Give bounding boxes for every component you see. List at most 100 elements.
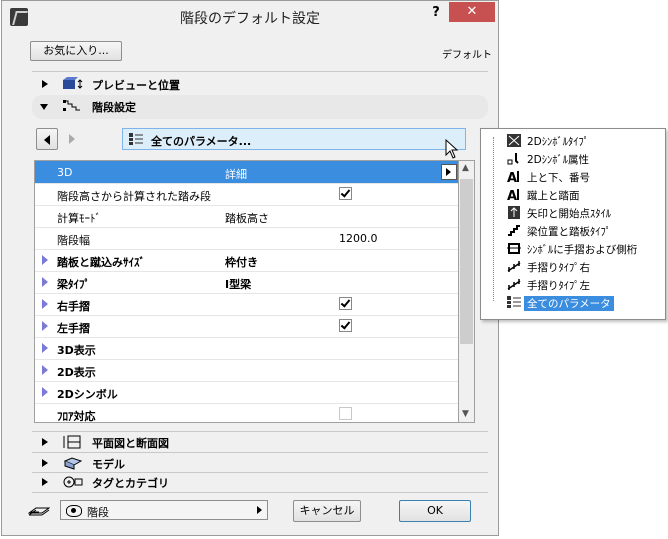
section-model[interactable]: モデル bbox=[2, 454, 498, 472]
popup-item-riser-tread[interactable]: A 蹴上と踏面 bbox=[503, 186, 663, 204]
favorites-button[interactable]: お気に入り... bbox=[30, 41, 122, 61]
section-tags[interactable]: タグとカテゴリ bbox=[2, 473, 498, 491]
popup-item-label: 手摺りﾀｲﾌﾟ左 bbox=[527, 280, 590, 292]
row-value: 枠付き bbox=[225, 256, 258, 269]
eye-icon bbox=[66, 505, 82, 517]
stair-settings-icon bbox=[63, 100, 80, 111]
table-row[interactable]: 2Dシンボル bbox=[35, 381, 458, 404]
popup-item-label: 蹴上と踏面 bbox=[527, 190, 580, 202]
symbol-rail-icon bbox=[507, 243, 521, 254]
popup-item-rail-right[interactable]: 手摺りﾀｲﾌﾟ右 bbox=[503, 258, 663, 276]
dropdown-arrow-icon bbox=[257, 506, 262, 514]
scroll-thumb[interactable] bbox=[460, 179, 473, 344]
popup-item-up-down-number[interactable]: A 上と下、番号 bbox=[503, 168, 663, 186]
table-row[interactable]: 3D表示 bbox=[35, 337, 458, 360]
table-row[interactable]: 踏板と蹴込みｻｲｽﾞ 枠付き bbox=[35, 249, 458, 272]
section-label: タグとカテゴリ bbox=[92, 477, 169, 490]
popup-item-2d-symbol-attr[interactable]: 2Dｼﾝﾎﾞﾙ属性 bbox=[503, 150, 663, 168]
symbol-type-icon bbox=[507, 134, 521, 147]
row-name: 2Dシンボル bbox=[57, 388, 118, 401]
table-row[interactable]: 階段高さから計算された踏み段 bbox=[35, 183, 458, 206]
all-params-icon bbox=[507, 296, 521, 308]
section-label: 階段設定 bbox=[92, 101, 136, 114]
section-plan-section[interactable]: 平面図と断面図 bbox=[2, 433, 498, 451]
row-checkbox[interactable] bbox=[339, 187, 352, 200]
popup-item-label: 矢印と開始点ｽﾀｲﾙ bbox=[527, 208, 611, 220]
tags-categories-icon bbox=[63, 476, 83, 488]
all-params-icon bbox=[129, 133, 143, 145]
ok-button[interactable]: OK bbox=[399, 500, 471, 522]
table-row[interactable]: 2D表示 bbox=[35, 359, 458, 382]
scroll-down-icon[interactable]: ▼ bbox=[462, 409, 469, 419]
row-name: ﾌﾛｱ対応 bbox=[57, 410, 96, 423]
popup-item-rail-left[interactable]: 手摺りﾀｲﾌﾟ左 bbox=[503, 276, 663, 294]
popup-item-2d-symbol-type[interactable]: 2Dｼﾝﾎﾞﾙﾀｲﾌﾟ bbox=[503, 132, 663, 150]
table-row[interactable]: 計算ﾓｰﾄﾞ 踏板高さ bbox=[35, 205, 458, 228]
parameter-group-dropdown[interactable]: 全てのパラメータ... bbox=[122, 128, 466, 150]
expand-arrow-icon bbox=[42, 478, 48, 486]
popup-item-arrow-start[interactable]: 矢印と開始点ｽﾀｲﾙ bbox=[503, 204, 663, 222]
section-label: 平面図と断面図 bbox=[92, 437, 169, 450]
row-value: I型梁 bbox=[225, 278, 252, 291]
forward-arrow-icon bbox=[69, 134, 75, 144]
arrow-start-icon bbox=[508, 206, 520, 219]
back-arrow-icon bbox=[44, 135, 50, 145]
expand-arrow-icon[interactable] bbox=[42, 299, 48, 309]
row-name: 3D表示 bbox=[57, 344, 96, 357]
tree-connector bbox=[493, 137, 501, 301]
table-row[interactable]: 左手摺 bbox=[35, 315, 458, 338]
forward-button[interactable] bbox=[60, 128, 82, 150]
table-row[interactable]: 3D 詳細 bbox=[35, 161, 458, 184]
mouse-cursor-icon bbox=[445, 139, 459, 159]
table-row[interactable]: 梁ﾀｲﾌﾟ I型梁 bbox=[35, 271, 458, 294]
parameter-navigation: 全てのパラメータ... bbox=[34, 127, 490, 153]
row-name: 階段高さから計算された踏み段 bbox=[57, 190, 211, 203]
default-label: デフォルト bbox=[442, 50, 492, 61]
symbol-attr-icon bbox=[507, 153, 519, 165]
popup-item-label: 2Dｼﾝﾎﾞﾙ属性 bbox=[527, 154, 590, 166]
cancel-button[interactable]: キャンセル bbox=[293, 500, 361, 522]
popup-item-label: ｼﾝﾎﾞﾙに手摺および側桁 bbox=[527, 244, 638, 256]
table-row[interactable]: 階段幅 1200.0 bbox=[35, 227, 458, 250]
row-checkbox[interactable] bbox=[339, 319, 352, 332]
layer-dropdown[interactable]: 階段 bbox=[60, 500, 268, 520]
dialog-footer: 階段 キャンセル OK bbox=[2, 496, 498, 536]
table-row[interactable]: ﾌﾛｱ対応 bbox=[35, 403, 458, 423]
row-name: 階段幅 bbox=[57, 234, 90, 247]
row-name: 2D表示 bbox=[57, 366, 96, 379]
section-stair-settings[interactable]: 階段設定 bbox=[2, 97, 498, 115]
expand-arrow-icon[interactable] bbox=[42, 255, 48, 265]
row-checkbox[interactable] bbox=[339, 407, 352, 420]
table-scrollbar[interactable]: ▲ ▼ bbox=[459, 160, 475, 423]
close-button[interactable]: ✕ bbox=[449, 2, 495, 22]
divider bbox=[32, 452, 488, 453]
parameter-group-label: 全てのパラメータ... bbox=[151, 135, 252, 148]
stair-default-settings-dialog: 階段のデフォルト設定 ? ✕ お気に入り... デフォルト プレビューと位置 階… bbox=[1, 0, 499, 536]
preview-position-icon bbox=[63, 77, 83, 89]
popup-item-label: 手摺りﾀｲﾌﾟ右 bbox=[527, 262, 590, 274]
row-name: 梁ﾀｲﾌﾟ bbox=[57, 278, 90, 291]
table-row[interactable]: 右手摺 bbox=[35, 293, 458, 316]
rail-right-icon bbox=[507, 261, 521, 272]
expand-arrow-icon[interactable] bbox=[42, 387, 48, 397]
expand-arrow-icon[interactable] bbox=[42, 277, 48, 287]
riser-tread-icon: A bbox=[507, 189, 519, 201]
popup-item-symbol-rail[interactable]: ｼﾝﾎﾞﾙに手摺および側桁 bbox=[503, 240, 663, 258]
scroll-up-icon[interactable]: ▲ bbox=[462, 163, 469, 173]
back-button[interactable] bbox=[36, 128, 58, 150]
expand-arrow-icon[interactable] bbox=[42, 365, 48, 375]
row-checkbox[interactable] bbox=[339, 297, 352, 310]
popup-item-label: 上と下、番号 bbox=[527, 172, 590, 184]
row-menu-button[interactable] bbox=[441, 164, 457, 180]
section-label: プレビューと位置 bbox=[92, 79, 180, 92]
help-button[interactable]: ? bbox=[429, 5, 443, 23]
divider bbox=[32, 431, 488, 432]
expand-arrow-icon[interactable] bbox=[42, 321, 48, 331]
popup-item-beam-tread[interactable]: 梁位置と踏板ﾀｲﾌﾟ bbox=[503, 222, 663, 240]
window-title: 階段のデフォルト設定 bbox=[180, 11, 320, 27]
popup-item-all-params[interactable]: 全てのパラメータ bbox=[503, 294, 663, 312]
row-value: 詳細 bbox=[225, 168, 247, 181]
section-preview[interactable]: プレビューと位置 bbox=[2, 75, 498, 93]
expand-arrow-icon[interactable] bbox=[42, 343, 48, 353]
layer-label: 階段 bbox=[87, 506, 109, 519]
